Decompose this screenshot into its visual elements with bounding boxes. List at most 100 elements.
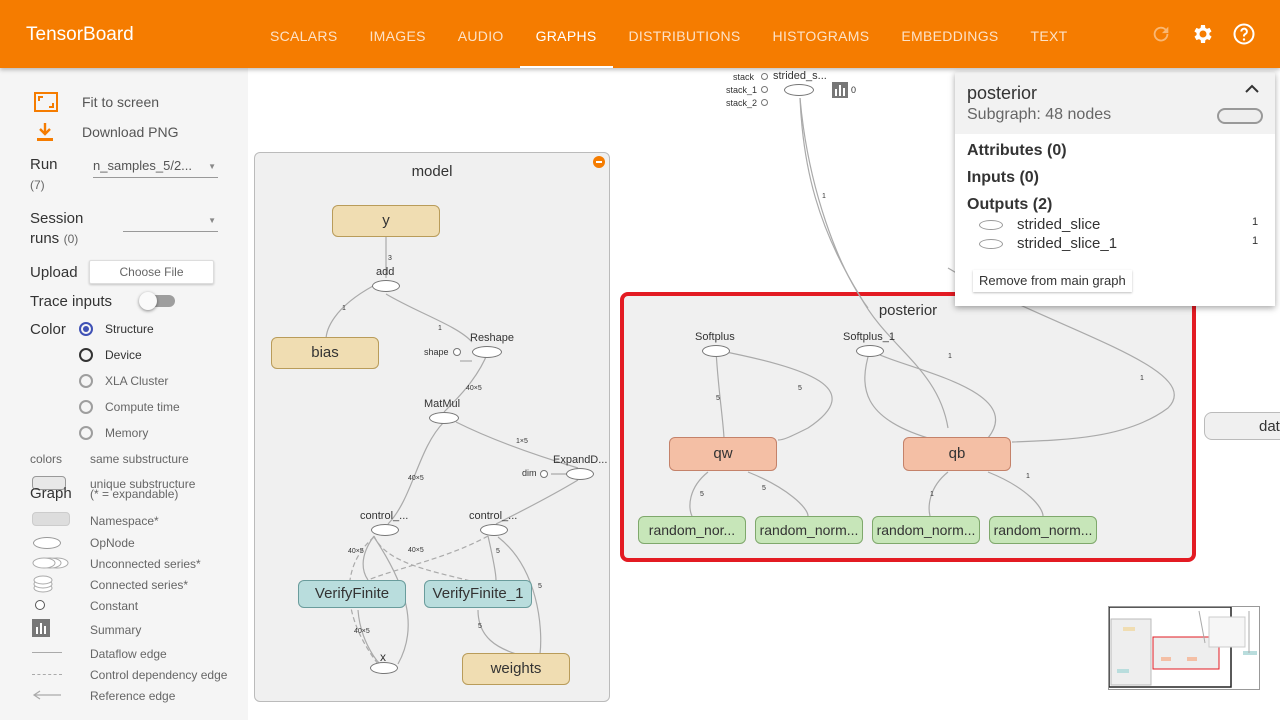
- op-strided-slice[interactable]: [784, 84, 814, 96]
- const-node[interactable]: [540, 470, 548, 478]
- radio-icon: [79, 374, 93, 388]
- tab-audio[interactable]: AUDIO: [442, 0, 520, 68]
- op-matmul-label: MatMul: [424, 398, 461, 410]
- legend-unconnected-series: Unconnected series*: [90, 557, 201, 571]
- summary-icon[interactable]: [832, 82, 848, 98]
- output-item[interactable]: strided_slice_1: [1017, 235, 1117, 252]
- info-inputs[interactable]: Inputs (0): [967, 169, 1039, 187]
- color-option-label: Device: [105, 348, 142, 362]
- constant-legend-icon: [35, 600, 45, 610]
- output-item-count: 1: [1252, 235, 1259, 247]
- radio-icon: [79, 426, 93, 440]
- svg-text:40×5: 40×5: [408, 475, 424, 482]
- svg-text:1×5: 1×5: [516, 438, 528, 445]
- node-verify-finite-1[interactable]: VerifyFinite_1: [424, 580, 532, 608]
- trace-inputs-label: Trace inputs: [30, 293, 112, 310]
- node-info-card: posterior Subgraph: 48 nodes Attributes …: [955, 72, 1275, 306]
- dataflow-edge-icon: [32, 652, 62, 653]
- remove-from-main-graph-button[interactable]: Remove from main graph: [973, 270, 1132, 292]
- op-expand-dims[interactable]: [566, 468, 594, 480]
- app-title[interactable]: TensorBoard: [26, 24, 134, 46]
- legend-constant: Constant: [90, 599, 139, 613]
- svg-text:1: 1: [930, 491, 934, 498]
- tab-text[interactable]: TEXT: [1015, 0, 1084, 68]
- svg-text:1: 1: [1026, 473, 1030, 480]
- trace-inputs-toggle[interactable]: [139, 292, 175, 310]
- svg-text:3: 3: [388, 255, 392, 262]
- op-softplus-1[interactable]: [856, 345, 884, 357]
- session-select[interactable]: ▼: [123, 212, 218, 232]
- graph-minimap[interactable]: [1108, 606, 1260, 690]
- fit-to-screen[interactable]: Fit to screen: [34, 92, 159, 112]
- summary-icon: [32, 619, 50, 637]
- tab-embeddings[interactable]: EMBEDDINGS: [885, 0, 1014, 68]
- color-option-device[interactable]: Device: [79, 348, 142, 362]
- refresh-icon[interactable]: [1150, 23, 1172, 45]
- color-option-label: Structure: [105, 322, 154, 336]
- const-node[interactable]: [761, 99, 768, 106]
- choose-file-button[interactable]: Choose File: [89, 260, 214, 284]
- op-matmul[interactable]: [429, 412, 459, 424]
- chevron-up-icon[interactable]: [1245, 84, 1259, 94]
- op-softplus[interactable]: [702, 345, 730, 357]
- node-weights[interactable]: weights: [462, 653, 570, 685]
- op-reshape[interactable]: [472, 346, 502, 358]
- node-random-normal-1[interactable]: random_nor...: [638, 516, 746, 544]
- node-y[interactable]: y: [332, 205, 440, 237]
- namespace-legend-icon: [32, 512, 70, 526]
- node-random-normal-4[interactable]: random_norm...: [989, 516, 1097, 544]
- connected-series-icon: [33, 575, 53, 593]
- opnode-legend-icon: [33, 537, 61, 549]
- const-node[interactable]: [453, 348, 461, 356]
- op-dim-label: dim: [522, 468, 537, 478]
- info-attributes[interactable]: Attributes (0): [967, 142, 1067, 160]
- svg-text:40×5: 40×5: [354, 628, 370, 635]
- legend-namespace: Namespace*: [90, 514, 159, 528]
- node-random-normal-2[interactable]: random_norm...: [755, 516, 863, 544]
- tab-graphs[interactable]: GRAPHS: [519, 0, 613, 68]
- colors-label: colors: [30, 452, 63, 466]
- namespace-data[interactable]: data: [1204, 412, 1280, 440]
- op-add[interactable]: [372, 280, 400, 292]
- op-control1-label: control_...: [360, 510, 409, 522]
- svg-text:5: 5: [478, 623, 482, 630]
- help-icon[interactable]: [1232, 22, 1256, 46]
- svg-text:1: 1: [1140, 375, 1144, 382]
- summary-count: 0: [851, 85, 857, 95]
- radio-icon: [79, 400, 93, 414]
- node-qw[interactable]: qw: [669, 437, 777, 471]
- op-add-label: add: [376, 266, 395, 278]
- session-runs-row: runs (0): [30, 230, 78, 248]
- op-x[interactable]: [370, 662, 398, 674]
- session-runs-label: runs: [30, 230, 60, 247]
- info-card-header: posterior Subgraph: 48 nodes: [955, 72, 1275, 134]
- color-option-label: Memory: [105, 426, 149, 440]
- color-option-compute[interactable]: Compute time: [79, 400, 180, 414]
- info-outputs[interactable]: Outputs (2): [967, 196, 1052, 214]
- op-control-2[interactable]: [480, 524, 508, 536]
- color-option-structure[interactable]: Structure: [79, 322, 154, 336]
- const-node[interactable]: [761, 86, 768, 93]
- reference-edge-icon: [32, 690, 61, 700]
- tab-scalars[interactable]: SCALARS: [254, 0, 353, 68]
- const-node[interactable]: [761, 73, 768, 80]
- node-bias[interactable]: bias: [271, 337, 379, 369]
- op-control-1[interactable]: [371, 524, 399, 536]
- color-option-xla[interactable]: XLA Cluster: [79, 374, 168, 388]
- settings-icon[interactable]: [1190, 22, 1214, 46]
- tab-distributions[interactable]: DISTRIBUTIONS: [613, 0, 757, 68]
- run-select[interactable]: n_samples_5/2... ▼: [93, 158, 218, 178]
- node-verify-finite[interactable]: VerifyFinite: [298, 580, 406, 608]
- node-random-normal-3[interactable]: random_norm...: [872, 516, 980, 544]
- tab-histograms[interactable]: HISTOGRAMS: [757, 0, 886, 68]
- download-png[interactable]: Download PNG: [36, 122, 179, 142]
- output-item[interactable]: strided_slice: [1017, 216, 1100, 233]
- svg-text:5: 5: [538, 583, 542, 590]
- color-label: Color: [30, 321, 66, 338]
- color-option-label: XLA Cluster: [105, 374, 169, 388]
- tab-images[interactable]: IMAGES: [353, 0, 441, 68]
- node-qb[interactable]: qb: [903, 437, 1011, 471]
- opnode-icon: [979, 220, 1003, 230]
- legend-dataflow-edge: Dataflow edge: [90, 647, 167, 661]
- color-option-memory[interactable]: Memory: [79, 426, 148, 440]
